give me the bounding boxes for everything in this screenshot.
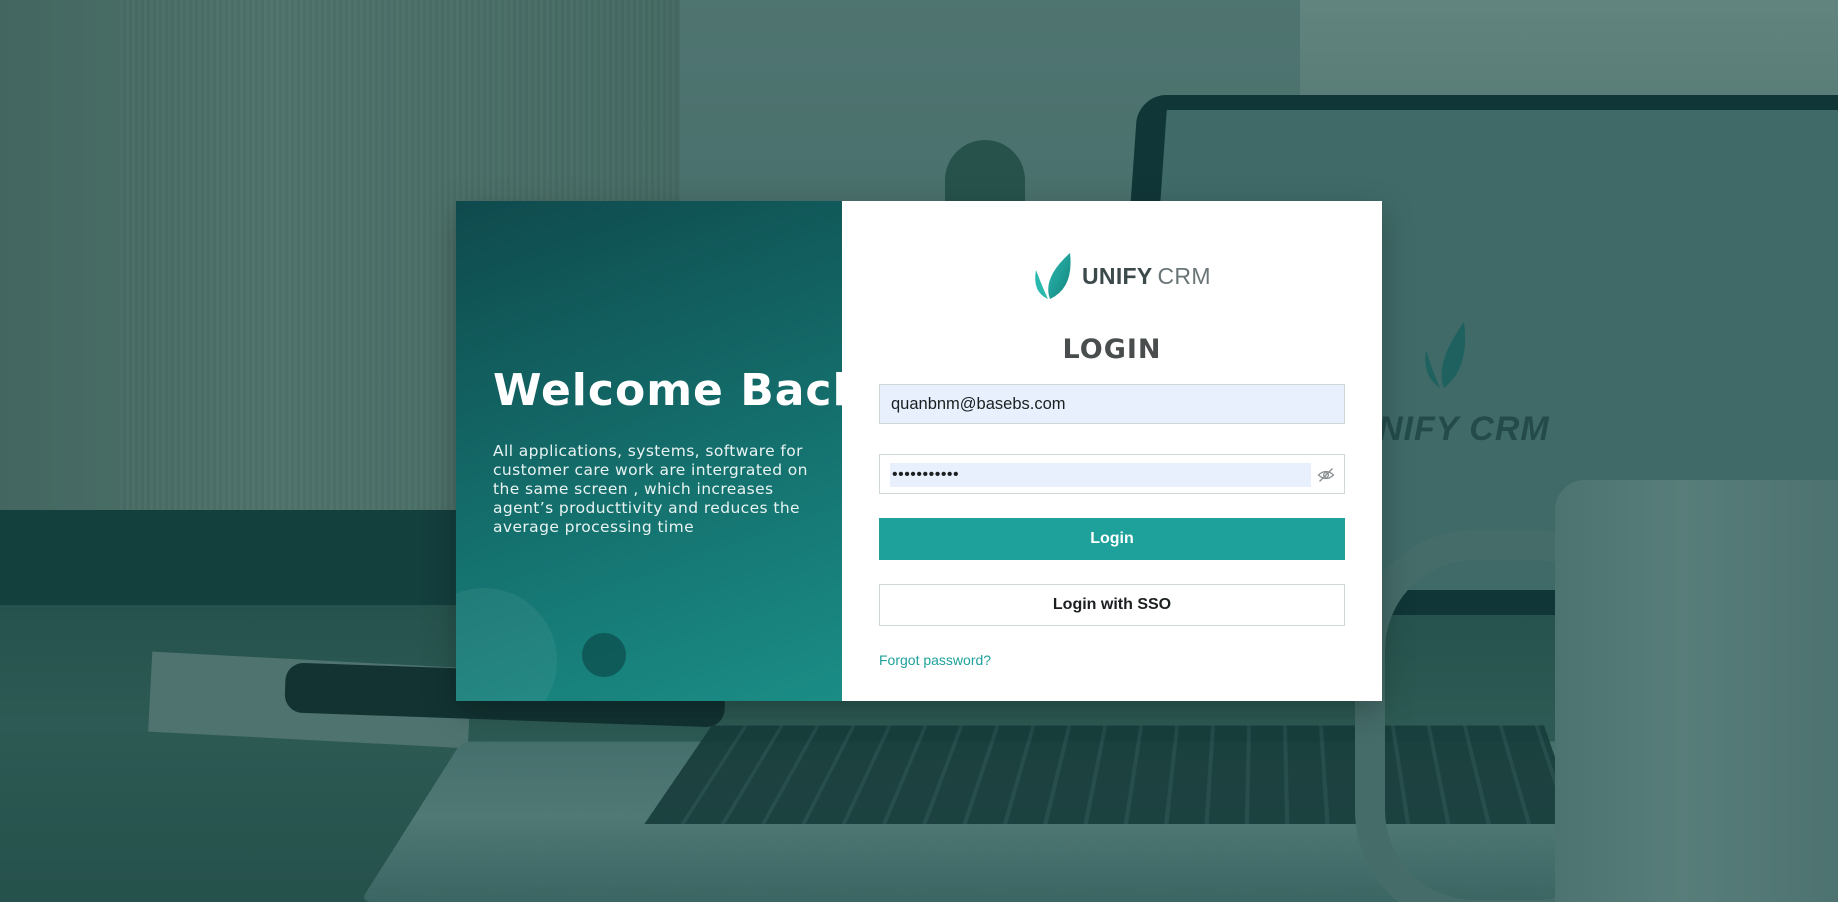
decorative-circle xyxy=(582,633,626,677)
login-with-sso-button[interactable]: Login with SSO xyxy=(879,584,1345,626)
brand-logo: UNIFY CRM xyxy=(1032,252,1211,300)
login-button[interactable]: Login xyxy=(879,518,1345,560)
eye-off-icon[interactable] xyxy=(1317,466,1335,484)
brand-name: UNIFY CRM xyxy=(1082,263,1211,290)
password-field-wrapper xyxy=(879,454,1345,494)
welcome-description: All applications, systems, software for … xyxy=(493,442,808,536)
login-heading: LOGIN xyxy=(1062,334,1162,365)
brand-name-strong: UNIFY xyxy=(1082,262,1153,289)
forgot-password-link[interactable]: Forgot password? xyxy=(879,652,991,668)
welcome-panel: Welcome Back All applications, systems, … xyxy=(456,201,842,701)
leaf-logo-icon xyxy=(1035,253,1071,299)
login-panel: UNIFYCRM LOGIN Login Login with SSO Forg… xyxy=(842,201,1382,701)
brand-name-light: CRM xyxy=(1157,262,1211,289)
decorative-circle xyxy=(456,588,557,701)
login-page: NIFY CRM Welcome Back All applications, … xyxy=(0,0,1838,902)
email-field-wrapper xyxy=(879,384,1345,424)
welcome-title: Welcome Back xyxy=(493,365,842,416)
password-field[interactable] xyxy=(890,463,1311,487)
login-card: Welcome Back All applications, systems, … xyxy=(456,201,1382,701)
email-field[interactable] xyxy=(880,385,1344,423)
